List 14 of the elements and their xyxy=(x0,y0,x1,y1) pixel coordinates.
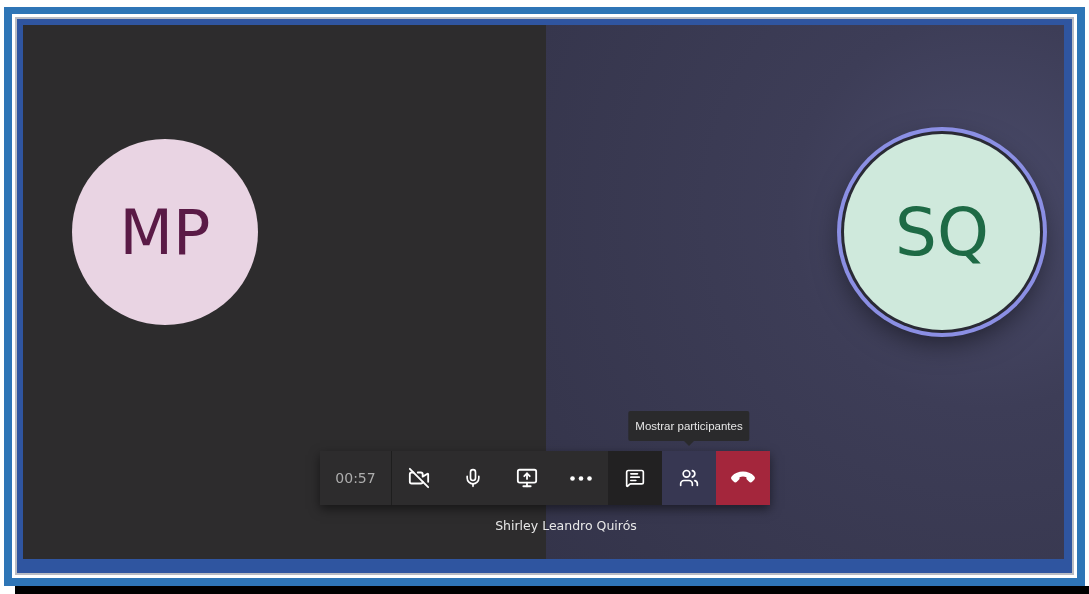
tooltip-pointer xyxy=(684,441,694,446)
more-icon xyxy=(570,475,592,481)
chat-button[interactable] xyxy=(608,451,662,505)
chat-icon xyxy=(625,468,645,488)
camera-button[interactable] xyxy=(392,451,446,505)
call-timer: 00:57 xyxy=(320,451,392,505)
microphone-icon xyxy=(463,468,483,488)
camera-off-icon xyxy=(408,467,430,489)
hang-up-button[interactable] xyxy=(716,451,770,505)
people-icon xyxy=(679,468,699,488)
caller-name: Shirley Leandro Quirós xyxy=(495,518,637,533)
tooltip: Mostrar participantes xyxy=(628,411,750,441)
share-screen-icon xyxy=(516,467,538,489)
avatar: MP xyxy=(72,139,258,325)
